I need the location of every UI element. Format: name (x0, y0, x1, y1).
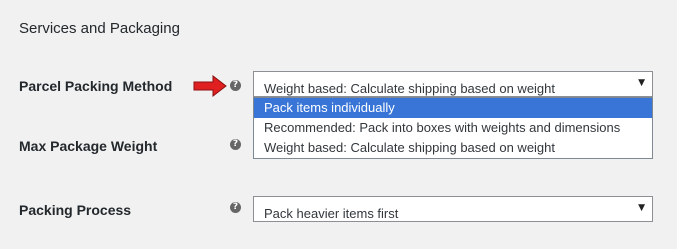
help-icon[interactable]: ? (230, 139, 241, 150)
help-icon[interactable]: ? (230, 80, 241, 91)
section-title: Services and Packaging (19, 20, 180, 37)
dropdown-option[interactable]: Recommended: Pack into boxes with weight… (254, 118, 652, 138)
max-package-weight-label: Max Package Weight (19, 138, 158, 154)
parcel-packing-method-select[interactable]: Weight based: Calculate shipping based o… (253, 71, 653, 97)
parcel-packing-method-value: Weight based: Calculate shipping based o… (264, 81, 556, 96)
dropdown-option[interactable]: Pack items individually (254, 98, 652, 118)
packing-process-value: Pack heavier items first (264, 206, 399, 221)
packing-process-select[interactable]: Pack heavier items first ▼ (253, 196, 653, 222)
parcel-packing-method-label: Parcel Packing Method (19, 78, 173, 94)
help-icon[interactable]: ? (230, 202, 241, 213)
red-arrow-icon (193, 75, 227, 97)
chevron-down-icon: ▼ (638, 203, 645, 213)
packing-process-label: Packing Process (19, 202, 132, 218)
parcel-packing-method-dropdown[interactable]: Pack items individually Recommended: Pac… (253, 97, 653, 159)
dropdown-option[interactable]: Weight based: Calculate shipping based o… (254, 138, 652, 158)
chevron-down-icon: ▼ (638, 78, 645, 88)
